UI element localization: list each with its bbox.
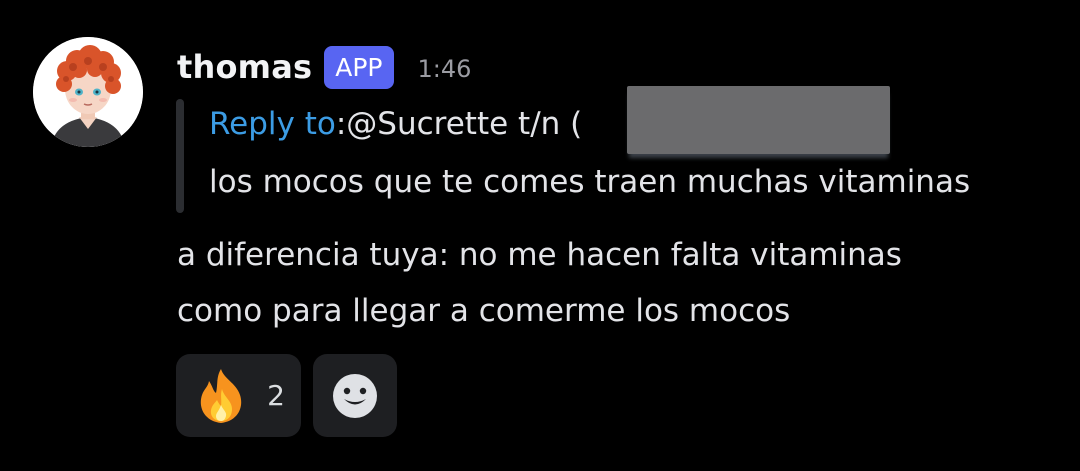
message-line: como para llegar a comerme los mocos <box>177 293 791 329</box>
add-reaction-button[interactable] <box>313 354 397 437</box>
fire-emoji-icon <box>200 368 242 423</box>
avatar-image <box>33 37 143 147</box>
reply-line: Reply to: @Sucrette t/n ( <box>209 106 582 142</box>
timestamp[interactable]: 1:46 <box>418 51 472 83</box>
message-body: a diferencia tuya: no me hacen falta vit… <box>177 227 902 339</box>
reply-to-link[interactable]: Reply to <box>209 106 336 142</box>
message-header: thomas APP 1:46 <box>177 42 471 92</box>
reaction-fire[interactable]: 2 <box>176 354 301 437</box>
reaction-count: 2 <box>267 379 285 412</box>
reactions-bar: 2 <box>176 354 397 437</box>
reply-mention[interactable]: @Sucrette t/n ( <box>346 106 582 142</box>
quoted-text: los mocos que te comes traen muchas vita… <box>209 164 971 200</box>
app-badge: APP <box>324 45 394 89</box>
quote-bar <box>176 99 184 213</box>
redaction-box <box>627 86 890 154</box>
message-line: a diferencia tuya: no me hacen falta vit… <box>177 237 902 273</box>
avatar[interactable] <box>33 37 143 147</box>
smiley-add-reaction-icon <box>333 373 377 418</box>
username[interactable]: thomas <box>177 48 312 86</box>
chat-message: thomas APP 1:46 Reply to: @Sucrette t/n … <box>0 0 1080 471</box>
reply-separator: : <box>335 106 347 142</box>
